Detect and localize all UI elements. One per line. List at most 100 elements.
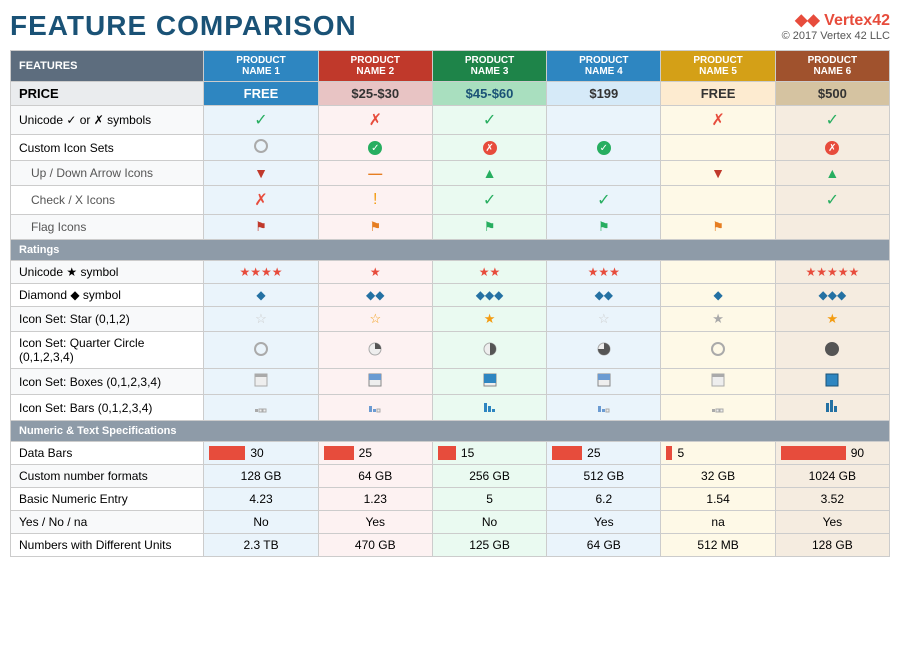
diamond-p4: ◆◆ xyxy=(547,284,661,307)
bars-p5 xyxy=(661,395,775,421)
databar-container: 25 xyxy=(324,446,427,460)
iconstar-row: Icon Set: Star (0,1,2) ☆ ☆ ★ ☆ ★ ★ xyxy=(11,307,890,332)
yesno-p5: na xyxy=(661,511,775,534)
qc-row: Icon Set: Quarter Circle (0,1,2,3,4) xyxy=(11,332,890,369)
databars-p4: 25 xyxy=(547,442,661,465)
quarter-circle-1-icon xyxy=(368,342,382,356)
price-p4: $199 xyxy=(547,82,661,106)
diffunits-p4: 64 GB xyxy=(547,534,661,557)
iconstar-p1: ☆ xyxy=(204,307,318,332)
checkx-p5 xyxy=(661,186,775,215)
custom-icon-p2: ✓ xyxy=(318,135,432,161)
star-icon: ★★★ xyxy=(588,265,620,279)
price-p3: $45-$60 xyxy=(432,82,546,106)
databars-p2: 25 xyxy=(318,442,432,465)
check-icon: ✓ xyxy=(483,112,496,129)
ustar-row: Unicode ★ symbol ★★★★ ★ ★★ ★★★ ★★★★★ xyxy=(11,261,890,284)
updown-p2: — xyxy=(318,161,432,186)
customnum-row: Custom number formats 128 GB 64 GB 256 G… xyxy=(11,465,890,488)
customnum-p1: 128 GB xyxy=(204,465,318,488)
check-green-icon: ✓ xyxy=(597,192,610,209)
ustar-p3: ★★ xyxy=(432,261,546,284)
basicnum-p5: 1.54 xyxy=(661,488,775,511)
diffunits-p1: 2.3 TB xyxy=(204,534,318,557)
customnum-p5: 32 GB xyxy=(661,465,775,488)
basicnum-p3: 5 xyxy=(432,488,546,511)
diamond-row: Diamond ◆ symbol ◆ ◆◆ ◆◆◆ ◆◆ ◆ ◆◆◆ xyxy=(11,284,890,307)
bars-2-icon xyxy=(597,399,611,413)
col-p6-header: PRODUCTNAME 6 xyxy=(775,51,889,82)
yesno-p6: Yes xyxy=(775,511,889,534)
boxes-row: Icon Set: Boxes (0,1,2,3,4) xyxy=(11,369,890,395)
databar-fill xyxy=(552,446,582,460)
flag-p6 xyxy=(775,215,889,240)
bars-p6 xyxy=(775,395,889,421)
yesno-p2: Yes xyxy=(318,511,432,534)
col-p2-header: PRODUCTNAME 2 xyxy=(318,51,432,82)
check-green-icon: ✓ xyxy=(483,192,496,209)
databar-container: 15 xyxy=(438,446,541,460)
circle-x-icon: ✗ xyxy=(483,141,497,155)
customnum-label: Custom number formats xyxy=(11,465,204,488)
star-gray-icon: ★ xyxy=(712,311,724,326)
databar-container: 90 xyxy=(781,446,884,460)
checkx-p4: ✓ xyxy=(547,186,661,215)
flag-red-icon: ⚑ xyxy=(255,219,267,234)
checkx-p3: ✓ xyxy=(432,186,546,215)
bars-label: Icon Set: Bars (0,1,2,3,4) xyxy=(11,395,204,421)
diamond-icon: ◆◆ xyxy=(366,288,384,302)
checkx-p1: ✗ xyxy=(204,186,318,215)
databars-p3: 15 xyxy=(432,442,546,465)
basicnum-row: Basic Numeric Entry 4.23 1.23 5 6.2 1.54… xyxy=(11,488,890,511)
check-icon: ✓ xyxy=(826,112,839,129)
custom-icon-p4: ✓ xyxy=(547,135,661,161)
yesno-label: Yes / No / na xyxy=(11,511,204,534)
star-icon: ★★★★ xyxy=(239,265,282,279)
price-p2: $25-$30 xyxy=(318,82,432,106)
diamond-p1: ◆ xyxy=(204,284,318,307)
circle-x-icon: ✗ xyxy=(825,141,839,155)
yesno-p4: Yes xyxy=(547,511,661,534)
cross-icon: ✗ xyxy=(711,112,724,129)
bars-p4 xyxy=(547,395,661,421)
bars-3-icon xyxy=(483,399,497,413)
databar-value: 25 xyxy=(587,446,600,460)
databar-container: 25 xyxy=(552,446,655,460)
arrow-up-icon: ▲ xyxy=(825,165,839,181)
boxes-p3 xyxy=(432,369,546,395)
ratings-label: Ratings xyxy=(11,240,890,261)
ustar-p1: ★★★★ xyxy=(204,261,318,284)
flag-row: Flag Icons ⚑ ⚑ ⚑ ⚑ ⚑ xyxy=(11,215,890,240)
diamond-label: Diamond ◆ symbol xyxy=(11,284,204,307)
box-3-icon xyxy=(483,373,497,387)
databar-fill xyxy=(781,446,846,460)
diffunits-p2: 470 GB xyxy=(318,534,432,557)
col-p5-header: PRODUCTNAME 5 xyxy=(661,51,775,82)
custom-icon-p5 xyxy=(661,135,775,161)
diamond-icon: ◆ xyxy=(256,288,265,302)
quarter-circle-3-icon xyxy=(597,342,611,356)
customnum-p3: 256 GB xyxy=(432,465,546,488)
box-1-icon xyxy=(711,373,725,387)
qc-p6 xyxy=(775,332,889,369)
updown-p6: ▲ xyxy=(775,161,889,186)
box-2-icon xyxy=(368,373,382,387)
databar-fill xyxy=(209,446,245,460)
diamond-p6: ◆◆◆ xyxy=(775,284,889,307)
bars-p1 xyxy=(204,395,318,421)
ratings-section: Ratings xyxy=(11,240,890,261)
checkx-row: Check / X Icons ✗ ! ✓ ✓ ✓ xyxy=(11,186,890,215)
star-empty-icon: ☆ xyxy=(598,311,610,326)
price-p6: $500 xyxy=(775,82,889,106)
page-title: FEATURE COMPARISON xyxy=(10,10,357,42)
yesno-p1: No xyxy=(204,511,318,534)
basicnum-p4: 6.2 xyxy=(547,488,661,511)
diffunits-p5: 512 MB xyxy=(661,534,775,557)
numeric-label: Numeric & Text Specifications xyxy=(11,421,890,442)
custom-icon-row: Custom Icon Sets ✓ ✗ ✓ ✗ xyxy=(11,135,890,161)
bars-row: Icon Set: Bars (0,1,2,3,4) xyxy=(11,395,890,421)
quarter-circle-2-icon xyxy=(483,342,497,356)
unicode-p4 xyxy=(547,106,661,135)
flag-green-icon: ⚑ xyxy=(484,219,496,234)
updown-p5: ▼ xyxy=(661,161,775,186)
